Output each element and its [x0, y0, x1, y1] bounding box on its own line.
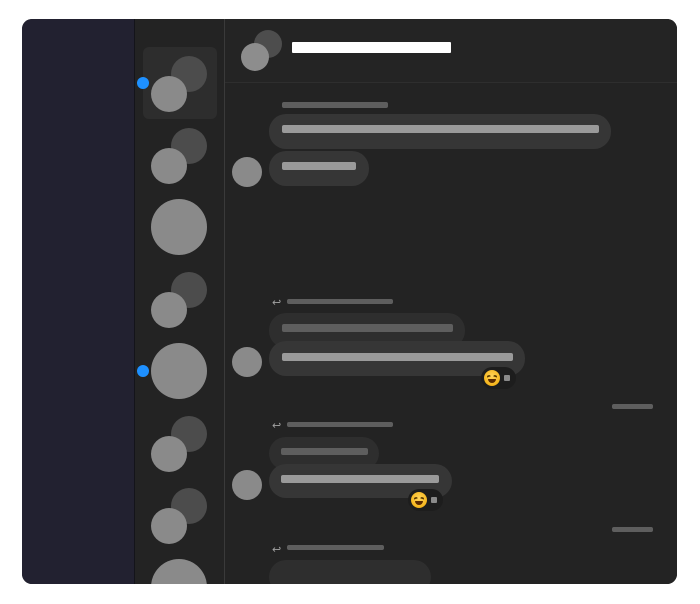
quoted-text [282, 324, 453, 332]
quoted-text [281, 448, 368, 455]
sender-avatar [232, 470, 262, 500]
message-bubble[interactable] [269, 114, 611, 149]
reply-preview [287, 422, 393, 427]
reply-icon: ↩ [272, 297, 282, 309]
conversation-item[interactable] [137, 335, 217, 407]
single-avatar-icon [151, 199, 207, 255]
conversation-item[interactable] [137, 47, 217, 119]
chat-pane: ↩ ↩ ↩ [225, 19, 677, 584]
reaction-badge[interactable] [408, 489, 443, 511]
reaction-count [504, 375, 510, 381]
laughing-emoji-icon [484, 370, 500, 386]
group-avatar-icon [151, 508, 187, 544]
message-text [281, 475, 439, 483]
conversation-item[interactable] [143, 551, 217, 584]
conversation-item[interactable] [143, 407, 217, 479]
group-avatar-icon [151, 148, 187, 184]
message-text [282, 162, 356, 170]
unread-indicator [137, 77, 149, 89]
chat-header [225, 19, 677, 83]
reply-preview [287, 299, 393, 304]
sender-name [282, 102, 388, 108]
message-timestamp [612, 527, 653, 532]
conversation-list[interactable] [135, 19, 225, 584]
group-avatar-icon [151, 292, 187, 328]
group-avatar-icon [151, 436, 187, 472]
sidebar [22, 19, 135, 584]
sender-avatar [232, 157, 262, 187]
single-avatar-icon [151, 559, 207, 584]
group-avatar-icon [241, 43, 269, 71]
reaction-badge[interactable] [481, 367, 516, 389]
conversation-item[interactable] [143, 479, 217, 551]
reaction-count [431, 497, 437, 503]
reply-icon: ↩ [272, 544, 282, 556]
quoted-message-bubble[interactable] [269, 560, 431, 584]
message-text [282, 125, 599, 133]
conversation-item[interactable] [143, 191, 217, 263]
reply-preview [287, 545, 384, 550]
reply-icon: ↩ [272, 420, 282, 432]
single-avatar-icon [151, 343, 207, 399]
message-bubble[interactable] [269, 151, 369, 186]
unread-indicator [137, 365, 149, 377]
conversation-item[interactable] [143, 119, 217, 191]
laughing-emoji-icon [411, 492, 427, 508]
conversation-title [292, 42, 451, 53]
group-avatar-icon [151, 76, 187, 112]
message-text [282, 353, 513, 361]
conversation-item[interactable] [143, 263, 217, 335]
messages-window: ↩ ↩ ↩ [22, 19, 677, 584]
sender-avatar [232, 347, 262, 377]
message-timestamp [612, 404, 653, 409]
